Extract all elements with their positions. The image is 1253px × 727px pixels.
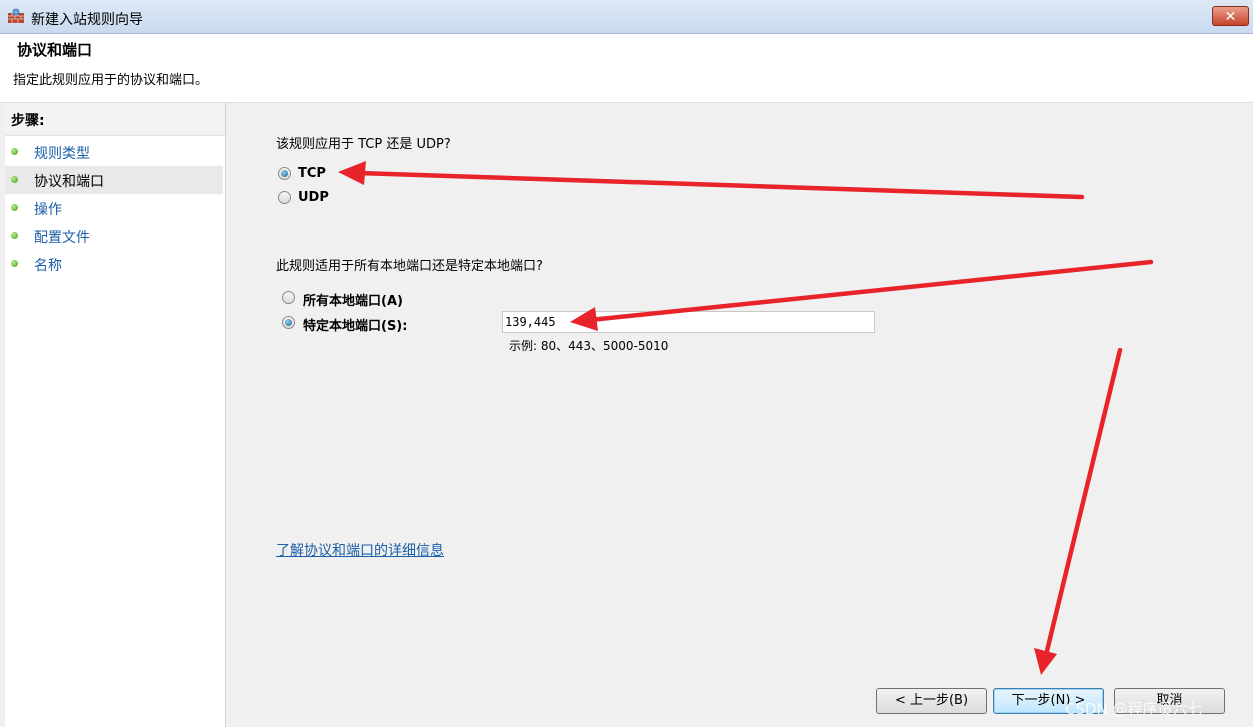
sidebar-item-rule-type[interactable]: 规则类型 <box>5 138 223 166</box>
page-header: 协议和端口 指定此规则应用于的协议和端口。 <box>0 34 1253 103</box>
step-status-icon <box>11 148 18 155</box>
steps-heading: 步骤: <box>5 103 225 136</box>
close-button[interactable]: ✕ <box>1212 6 1249 26</box>
port-input[interactable]: 139,445 <box>502 311 875 333</box>
sidebar-item-label: 名称 <box>34 258 62 274</box>
udp-radio-label[interactable]: UDP <box>298 190 329 205</box>
steps-heading-label: 步骤: <box>11 113 45 129</box>
window-title: 新建入站规则向导 <box>31 12 143 28</box>
back-button[interactable]: < 上一步(B) <box>876 688 987 714</box>
protocol-question: 该规则应用于 TCP 还是 UDP? <box>276 137 451 152</box>
firewall-icon <box>8 8 24 23</box>
tcp-radio[interactable] <box>278 167 291 180</box>
sidebar-item-label: 操作 <box>34 202 62 218</box>
tcp-radio-label[interactable]: TCP <box>298 166 326 181</box>
close-icon: ✕ <box>1224 9 1237 25</box>
page-title: 协议和端口 <box>17 41 93 59</box>
sidebar-item-name[interactable]: 名称 <box>5 250 223 278</box>
step-status-icon <box>11 232 18 239</box>
sidebar-item-label: 配置文件 <box>34 230 90 246</box>
udp-radio[interactable] <box>278 191 291 204</box>
all-ports-radio[interactable] <box>282 291 295 304</box>
port-question: 此规则适用于所有本地端口还是特定本地端口? <box>276 259 543 274</box>
title-bar: 新建入站规则向导 ✕ <box>0 0 1253 34</box>
sidebar-item-label: 规则类型 <box>34 146 90 162</box>
watermark: CSDN @程序员六七 <box>1065 700 1203 718</box>
specific-ports-radio-label[interactable]: 特定本地端口(S): <box>303 315 407 334</box>
specific-ports-radio[interactable] <box>282 316 295 329</box>
wizard-content: 该规则应用于 TCP 还是 UDP? TCP UDP 此规则适用于所有本地端口还… <box>230 103 1253 727</box>
port-example-hint: 示例: 80、443、5000-5010 <box>509 339 669 353</box>
step-status-icon <box>11 260 18 267</box>
page-description: 指定此规则应用于的协议和端口。 <box>13 73 209 88</box>
protocol-info-link[interactable]: 了解协议和端口的详细信息 <box>276 540 444 560</box>
steps-sidebar: 步骤: 规则类型 协议和端口 操作 配置文件 名称 <box>5 103 226 727</box>
sidebar-item-profile[interactable]: 配置文件 <box>5 222 223 250</box>
sidebar-item-action[interactable]: 操作 <box>5 194 223 222</box>
sidebar-item-label: 协议和端口 <box>34 174 104 190</box>
sidebar-item-protocol-port[interactable]: 协议和端口 <box>5 166 223 194</box>
step-status-icon <box>11 204 18 211</box>
step-status-icon <box>11 176 18 183</box>
all-ports-radio-label[interactable]: 所有本地端口(A) <box>303 290 403 309</box>
